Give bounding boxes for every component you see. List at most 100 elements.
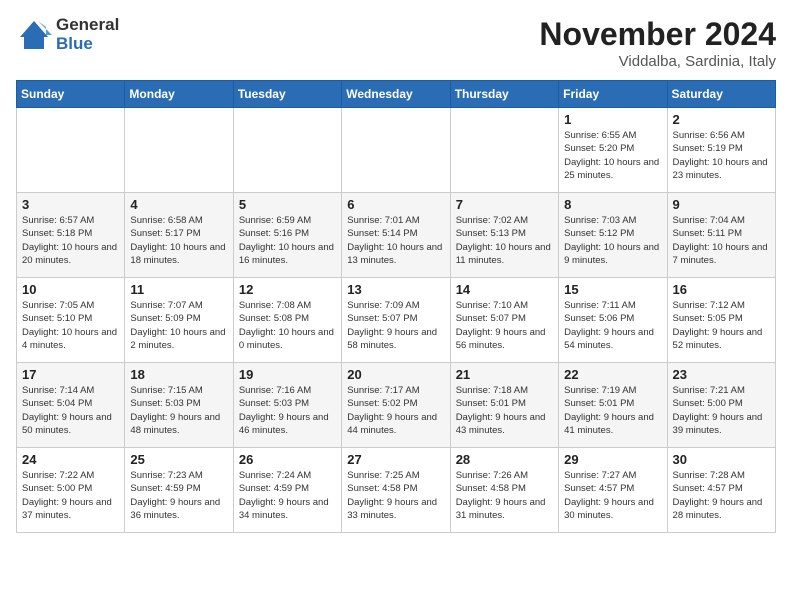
day-number: 8: [564, 197, 661, 212]
day-header-sunday: Sunday: [17, 81, 125, 108]
calendar-cell: 17Sunrise: 7:14 AM Sunset: 5:04 PM Dayli…: [17, 363, 125, 448]
day-number: 14: [456, 282, 553, 297]
day-number: 25: [130, 452, 227, 467]
calendar-cell: 27 Sunrise: 7:25 AM Sunset: 4:58 PM Dayli…: [342, 448, 450, 533]
day-number: 23: [673, 367, 770, 382]
day-info: Sunrise: 7:25 AM Sunset: 4:58 PM Dayligh…: [347, 469, 444, 522]
calendar-cell: 8 Sunrise: 7:03 AM Sunset: 5:12 PM Daylig…: [559, 193, 667, 278]
day-info: Sunrise: 7:11 AM Sunset: 5:06 PM Dayligh…: [564, 299, 661, 352]
day-number: 4: [130, 197, 227, 212]
calendar-cell: 13 Sunrise: 7:09 AM Sunset: 5:07 PM Dayli…: [342, 278, 450, 363]
calendar-week-row: 1 Sunrise: 6:55 AM Sunset: 5:20 PM Daylig…: [17, 108, 776, 193]
day-number: 26: [239, 452, 336, 467]
day-info: Sunrise: 7:10 AM Sunset: 5:07 PM Dayligh…: [456, 299, 553, 352]
day-number: 20: [347, 367, 444, 382]
logo-icon: [16, 17, 52, 53]
calendar-cell: 3Sunrise: 6:57 AM Sunset: 5:18 PM Daylig…: [17, 193, 125, 278]
calendar-cell: 24 Sunrise: 7:22 AM Sunset: 5:00 PM Dayli…: [17, 448, 125, 533]
calendar-cell: 20 Sunrise: 7:17 AM Sunset: 5:02 PM Dayli…: [342, 363, 450, 448]
day-info: Sunrise: 7:05 AM Sunset: 5:10 PM Dayligh…: [22, 299, 119, 352]
day-number: 19: [239, 367, 336, 382]
day-info: Sunrise: 7:22 AM Sunset: 5:00 PM Dayligh…: [22, 469, 119, 522]
calendar-cell: 23 Sunrise: 7:21 AM Sunset: 5:00 PM Dayli…: [667, 363, 775, 448]
calendar-cell: 6Sunrise: 7:01 AM Sunset: 5:14 PM Daylig…: [342, 193, 450, 278]
calendar-cell: 2Sunrise: 6:56 AM Sunset: 5:19 PM Daylig…: [667, 108, 775, 193]
day-info: Sunrise: 7:09 AM Sunset: 5:07 PM Dayligh…: [347, 299, 444, 352]
calendar-cell: 5Sunrise: 6:59 AM Sunset: 5:16 PM Daylig…: [233, 193, 341, 278]
calendar-cell: 11 Sunrise: 7:07 AM Sunset: 5:09 PM Dayli…: [125, 278, 233, 363]
day-info: Sunrise: 7:01 AM Sunset: 5:14 PM Dayligh…: [347, 214, 444, 267]
day-header-wednesday: Wednesday: [342, 81, 450, 108]
calendar-cell: 12 Sunrise: 7:08 AM Sunset: 5:08 PM Dayli…: [233, 278, 341, 363]
day-number: 18: [130, 367, 227, 382]
logo: General Blue: [16, 16, 119, 53]
day-number: 11: [130, 282, 227, 297]
calendar-cell: [342, 108, 450, 193]
day-info: Sunrise: 6:56 AM Sunset: 5:19 PM Dayligh…: [673, 129, 770, 182]
day-number: 12: [239, 282, 336, 297]
day-info: Sunrise: 7:19 AM Sunset: 5:01 PM Dayligh…: [564, 384, 661, 437]
day-info: Sunrise: 7:16 AM Sunset: 5:03 PM Dayligh…: [239, 384, 336, 437]
calendar-week-row: 3Sunrise: 6:57 AM Sunset: 5:18 PM Daylig…: [17, 193, 776, 278]
calendar-cell: 19 Sunrise: 7:16 AM Sunset: 5:03 PM Dayli…: [233, 363, 341, 448]
calendar-cell: 4 Sunrise: 6:58 AM Sunset: 5:17 PM Daylig…: [125, 193, 233, 278]
day-number: 1: [564, 112, 661, 127]
day-number: 30: [673, 452, 770, 467]
calendar-cell: 26 Sunrise: 7:24 AM Sunset: 4:59 PM Dayli…: [233, 448, 341, 533]
day-info: Sunrise: 7:28 AM Sunset: 4:57 PM Dayligh…: [673, 469, 770, 522]
calendar-cell: 25 Sunrise: 7:23 AM Sunset: 4:59 PM Dayli…: [125, 448, 233, 533]
day-number: 28: [456, 452, 553, 467]
calendar-cell: 14 Sunrise: 7:10 AM Sunset: 5:07 PM Dayli…: [450, 278, 558, 363]
day-info: Sunrise: 7:03 AM Sunset: 5:12 PM Dayligh…: [564, 214, 661, 267]
location-subtitle: Viddalba, Sardinia, Italy: [539, 53, 776, 70]
page-header: General Blue November 2024 Viddalba, Sar…: [16, 16, 776, 70]
day-info: Sunrise: 7:26 AM Sunset: 4:58 PM Dayligh…: [456, 469, 553, 522]
day-info: Sunrise: 6:58 AM Sunset: 5:17 PM Dayligh…: [130, 214, 227, 267]
calendar-cell: [125, 108, 233, 193]
calendar-cell: 9 Sunrise: 7:04 AM Sunset: 5:11 PM Daylig…: [667, 193, 775, 278]
calendar-cell: 18 Sunrise: 7:15 AM Sunset: 5:03 PM Dayli…: [125, 363, 233, 448]
title-block: November 2024 Viddalba, Sardinia, Italy: [539, 16, 776, 70]
day-number: 27: [347, 452, 444, 467]
calendar-cell: 1 Sunrise: 6:55 AM Sunset: 5:20 PM Daylig…: [559, 108, 667, 193]
day-number: 9: [673, 197, 770, 212]
logo-blue-text: Blue: [56, 35, 119, 54]
day-info: Sunrise: 7:04 AM Sunset: 5:11 PM Dayligh…: [673, 214, 770, 267]
logo-text: General Blue: [56, 16, 119, 53]
day-info: Sunrise: 7:08 AM Sunset: 5:08 PM Dayligh…: [239, 299, 336, 352]
calendar-cell: [233, 108, 341, 193]
calendar-cell: 28 Sunrise: 7:26 AM Sunset: 4:58 PM Dayli…: [450, 448, 558, 533]
day-info: Sunrise: 7:21 AM Sunset: 5:00 PM Dayligh…: [673, 384, 770, 437]
day-info: Sunrise: 7:07 AM Sunset: 5:09 PM Dayligh…: [130, 299, 227, 352]
day-number: 10: [22, 282, 119, 297]
calendar-cell: 7Sunrise: 7:02 AM Sunset: 5:13 PM Daylig…: [450, 193, 558, 278]
day-number: 24: [22, 452, 119, 467]
day-info: Sunrise: 7:18 AM Sunset: 5:01 PM Dayligh…: [456, 384, 553, 437]
day-info: Sunrise: 6:57 AM Sunset: 5:18 PM Dayligh…: [22, 214, 119, 267]
calendar-cell: 10 Sunrise: 7:05 AM Sunset: 5:10 PM Dayli…: [17, 278, 125, 363]
day-number: 15: [564, 282, 661, 297]
day-info: Sunrise: 7:15 AM Sunset: 5:03 PM Dayligh…: [130, 384, 227, 437]
calendar-week-row: 24 Sunrise: 7:22 AM Sunset: 5:00 PM Dayli…: [17, 448, 776, 533]
day-number: 17: [22, 367, 119, 382]
calendar-header-row: SundayMondayTuesdayWednesdayThursdayFrid…: [17, 81, 776, 108]
day-header-tuesday: Tuesday: [233, 81, 341, 108]
day-header-monday: Monday: [125, 81, 233, 108]
day-number: 13: [347, 282, 444, 297]
day-info: Sunrise: 7:17 AM Sunset: 5:02 PM Dayligh…: [347, 384, 444, 437]
calendar-cell: [450, 108, 558, 193]
day-info: Sunrise: 7:23 AM Sunset: 4:59 PM Dayligh…: [130, 469, 227, 522]
day-info: Sunrise: 7:24 AM Sunset: 4:59 PM Dayligh…: [239, 469, 336, 522]
month-year-title: November 2024: [539, 16, 776, 53]
calendar-cell: 21Sunrise: 7:18 AM Sunset: 5:01 PM Dayli…: [450, 363, 558, 448]
calendar-cell: 22Sunrise: 7:19 AM Sunset: 5:01 PM Dayli…: [559, 363, 667, 448]
calendar-cell: 15 Sunrise: 7:11 AM Sunset: 5:06 PM Dayli…: [559, 278, 667, 363]
day-number: 16: [673, 282, 770, 297]
calendar-week-row: 10 Sunrise: 7:05 AM Sunset: 5:10 PM Dayli…: [17, 278, 776, 363]
day-info: Sunrise: 7:02 AM Sunset: 5:13 PM Dayligh…: [456, 214, 553, 267]
day-number: 29: [564, 452, 661, 467]
day-info: Sunrise: 6:55 AM Sunset: 5:20 PM Dayligh…: [564, 129, 661, 182]
day-info: Sunrise: 7:12 AM Sunset: 5:05 PM Dayligh…: [673, 299, 770, 352]
day-header-thursday: Thursday: [450, 81, 558, 108]
calendar-week-row: 17Sunrise: 7:14 AM Sunset: 5:04 PM Dayli…: [17, 363, 776, 448]
